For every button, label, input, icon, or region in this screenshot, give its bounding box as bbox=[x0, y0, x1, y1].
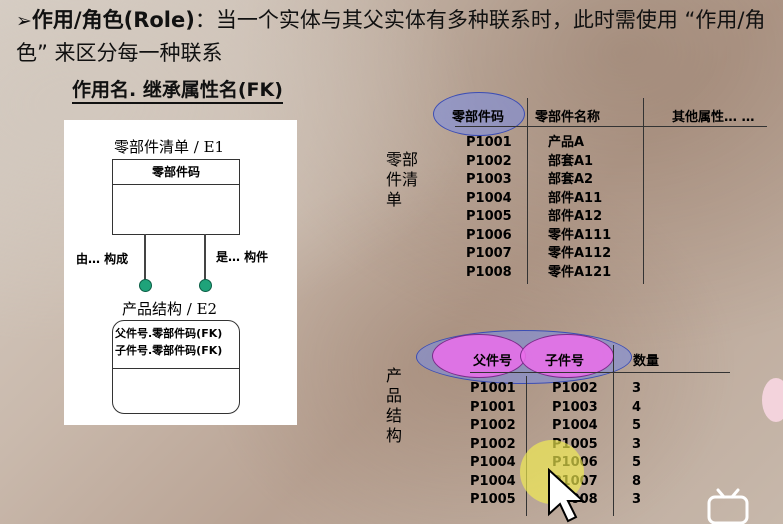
t2-row-parent: P1002 bbox=[470, 418, 516, 433]
t2-row-qty: 4 bbox=[632, 399, 642, 415]
structure-table: 父件号 子件号 数量 产品结构 P1001 P1002 3 P1001 P100… bbox=[0, 0, 783, 524]
t2-row-parent: P1002 bbox=[470, 436, 516, 452]
t2-row-parent: P1005 bbox=[470, 492, 516, 507]
t2-row-child: P1004 bbox=[552, 418, 598, 433]
t2-header-parent: 父件号 bbox=[473, 354, 513, 369]
t2-row-qty: 5 bbox=[632, 455, 642, 470]
t2-col-divider-2 bbox=[613, 345, 614, 516]
t2-row-parent: P1004 bbox=[470, 473, 516, 489]
side-panel-toggle[interactable] bbox=[762, 378, 783, 422]
t2-col-divider-1 bbox=[526, 376, 527, 516]
tv-icon bbox=[707, 488, 749, 524]
t2-header-rule bbox=[470, 372, 730, 373]
t2-row-parent: P1001 bbox=[470, 381, 516, 396]
t2-row-parent: P1004 bbox=[470, 455, 516, 470]
t2-header-child: 子件号 bbox=[545, 354, 585, 369]
t2-row-parent: P1001 bbox=[470, 399, 516, 415]
t2-row-qty: 5 bbox=[632, 418, 642, 433]
mouse-cursor-icon bbox=[548, 468, 586, 523]
t2-row-child: P1002 bbox=[552, 381, 598, 396]
t2-row-qty: 3 bbox=[632, 492, 642, 507]
t2-row-qty: 8 bbox=[632, 473, 642, 489]
t2-row-qty: 3 bbox=[632, 436, 642, 452]
t2-side-label: 产品结构 bbox=[386, 366, 403, 445]
t2-header-qty: 数量 bbox=[633, 354, 660, 369]
t2-row-qty: 3 bbox=[632, 381, 642, 396]
t2-row-child: P1003 bbox=[552, 399, 598, 415]
